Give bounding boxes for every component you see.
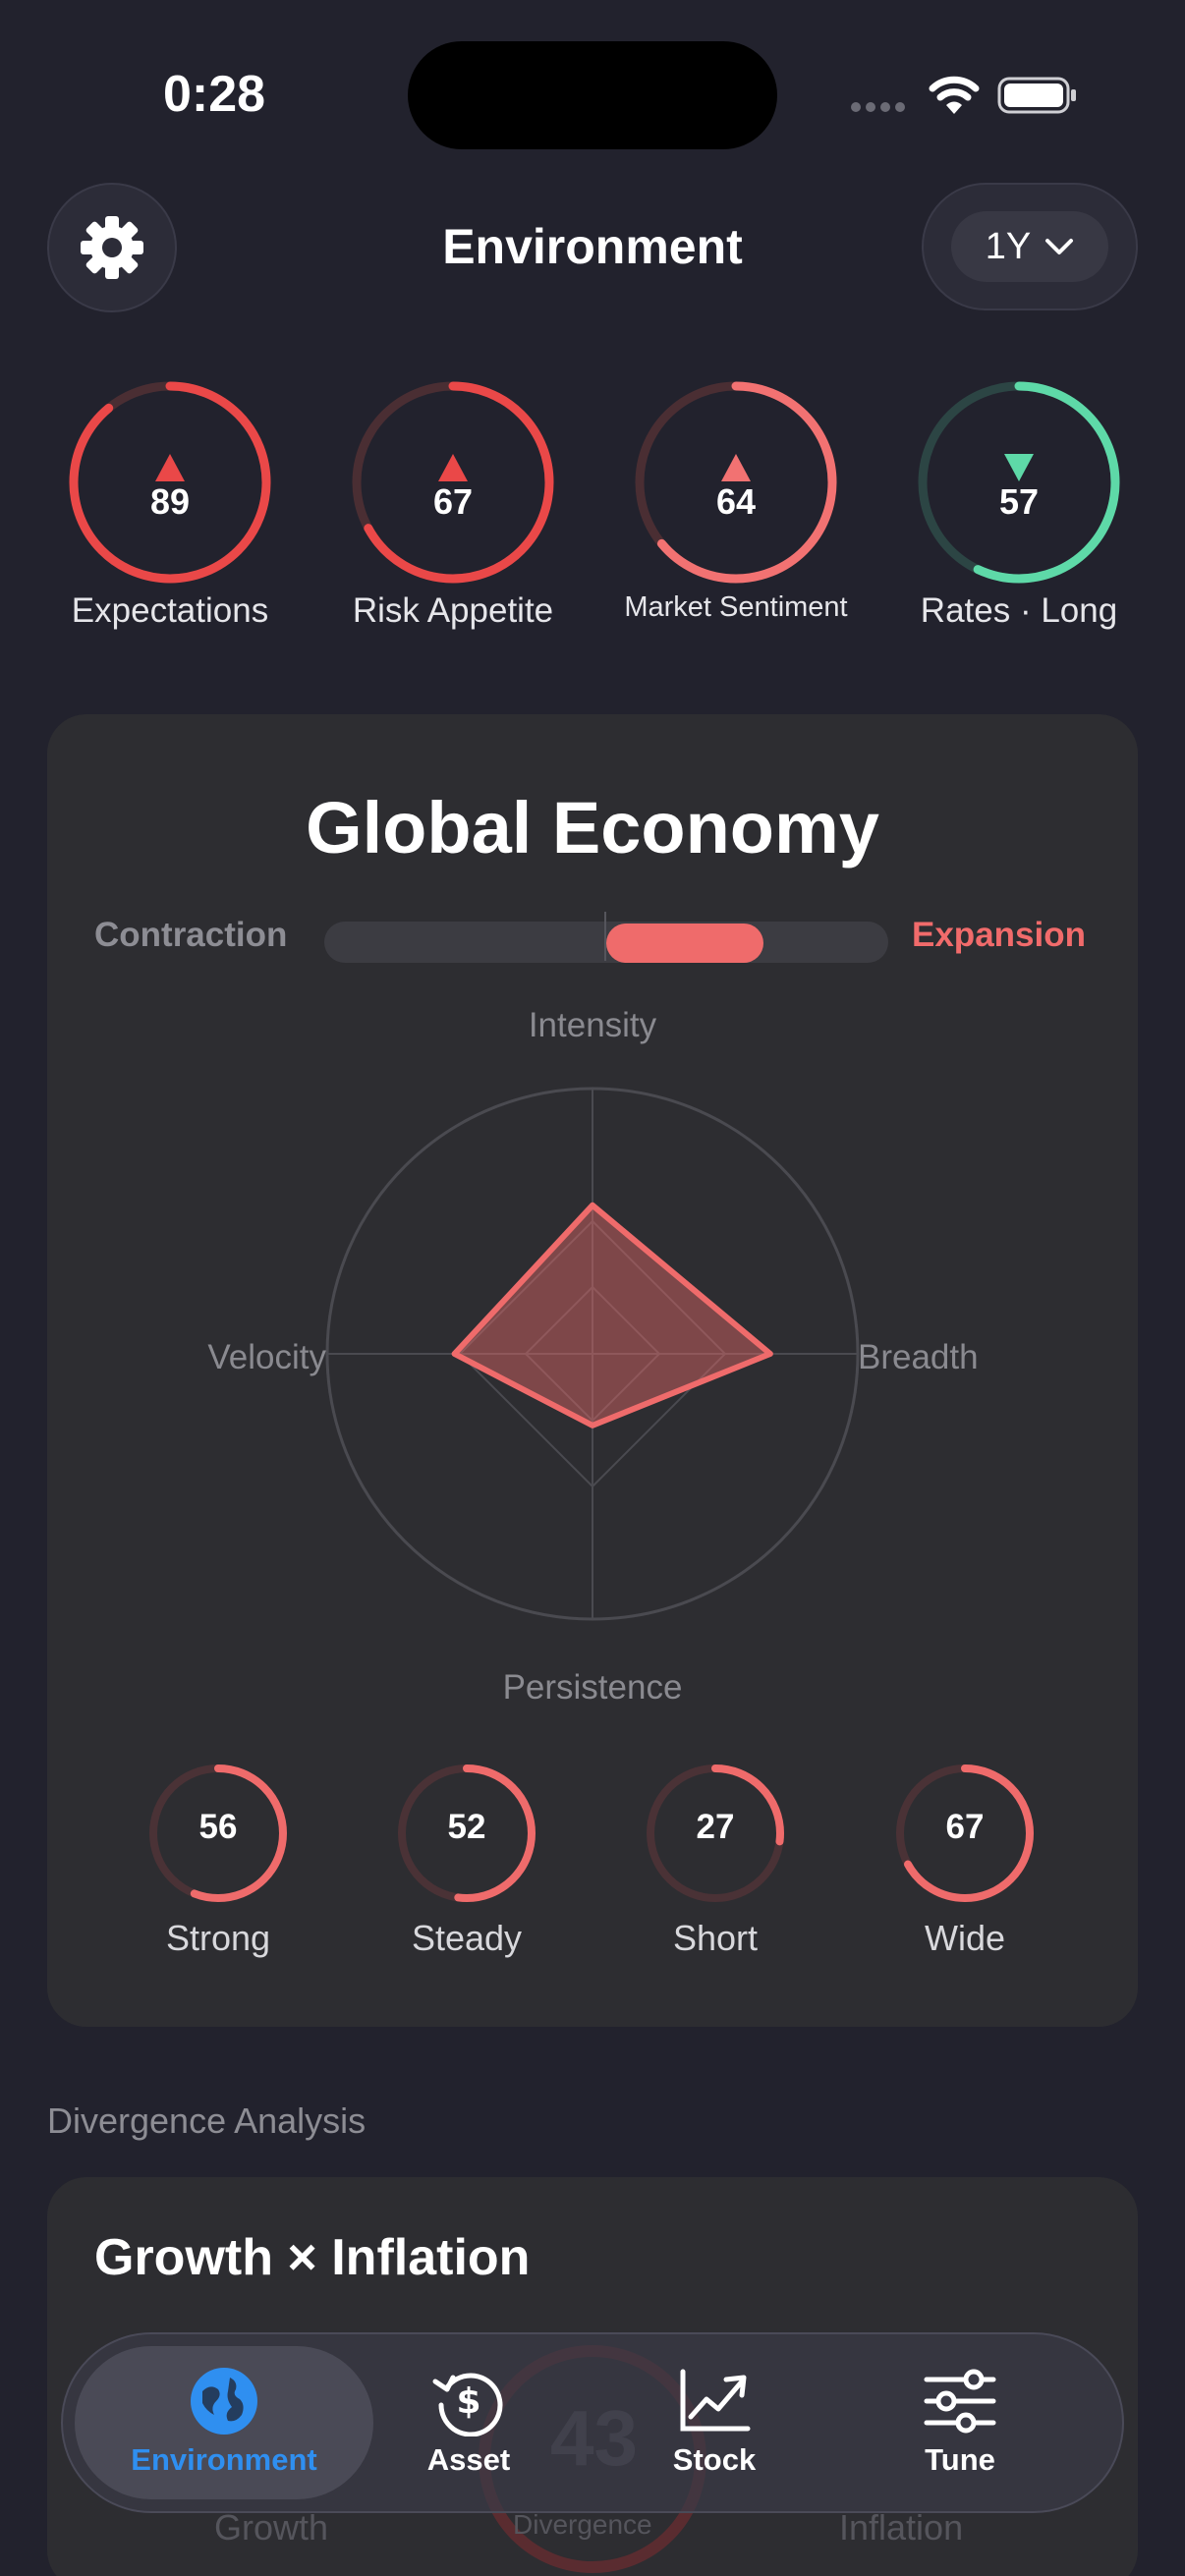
chevron-down-icon — [1045, 239, 1074, 254]
expansion-label: Expansion — [912, 916, 1086, 954]
status-time: 0:28 — [163, 66, 266, 123]
radar-axis-intensity: Intensity — [528, 1006, 657, 1044]
metric-value: 27 — [696, 1808, 735, 1846]
gauge-rates-long[interactable]: 57 Rates · Long — [906, 379, 1132, 631]
metric-label: Strong — [165, 1918, 271, 1958]
tab-label: Asset — [426, 2442, 511, 2477]
tab-asset[interactable]: $ Asset — [346, 2366, 592, 2478]
radar-series — [451, 1202, 773, 1428]
metric-label: Wide — [924, 1918, 1006, 1958]
metric-label: Steady — [411, 1918, 523, 1958]
battery-icon — [997, 77, 1076, 114]
cycle-indicator — [606, 924, 763, 963]
dollar-refresh-icon: $ — [432, 2373, 503, 2436]
tab-stock[interactable]: Stock — [592, 2366, 837, 2478]
radar-axis-persistence: Persistence — [502, 1668, 683, 1707]
metric-wide[interactable]: 67 Wide — [876, 1763, 1053, 1959]
tab-environment[interactable]: Environment — [101, 2366, 347, 2478]
gauge-market-sentiment[interactable]: 64 Market Sentiment — [623, 379, 849, 624]
radar-axis-breadth: Breadth — [858, 1338, 979, 1376]
gauge-label: Expectations — [71, 591, 269, 630]
tab-label: Environment — [131, 2442, 317, 2477]
metric-strong[interactable]: 56 Strong — [130, 1763, 307, 1959]
gauge-value: 67 — [432, 481, 474, 522]
globe-icon — [191, 2368, 257, 2435]
svg-text:$: $ — [456, 2381, 480, 2422]
gauge-value: 89 — [149, 481, 191, 522]
period-value: 1Y — [985, 225, 1032, 267]
section-label: Divergence Analysis — [47, 2100, 367, 2141]
gauge-label: Rates · Long — [920, 591, 1118, 630]
divergence-label: Divergence — [513, 2509, 652, 2540]
radar-chart — [325, 1087, 860, 1621]
period-selector[interactable]: 1Y — [951, 211, 1108, 282]
gauge-expectations[interactable]: 89 Expectations — [57, 379, 283, 631]
dynamic-island — [408, 41, 777, 149]
metric-value: 52 — [447, 1808, 486, 1846]
gauge-risk-appetite[interactable]: 67 Risk Appetite — [340, 379, 566, 631]
tab-label: Tune — [925, 2442, 995, 2477]
sliders-icon — [924, 2369, 996, 2434]
inflation-label: Inflation — [839, 2507, 964, 2548]
metric-value: 67 — [945, 1808, 985, 1846]
gauge-value: 64 — [715, 481, 757, 522]
gauge-label: Risk Appetite — [352, 591, 554, 630]
wifi-icon — [929, 76, 980, 114]
growth-label: Growth — [214, 2507, 329, 2548]
cellular-signal-icon — [851, 102, 905, 112]
metric-value: 56 — [198, 1808, 238, 1846]
metric-label: Short — [672, 1918, 759, 1958]
gauge-value: 57 — [998, 481, 1040, 522]
contraction-label: Contraction — [94, 916, 288, 954]
divergence-title: Growth × Inflation — [94, 2229, 531, 2286]
tab-label: Stock — [672, 2442, 757, 2477]
metric-short[interactable]: 27 Short — [627, 1763, 804, 1959]
radar-axis-velocity: Velocity — [207, 1338, 326, 1376]
metric-steady[interactable]: 52 Steady — [378, 1763, 555, 1959]
gauge-label: Market Sentiment — [624, 591, 848, 623]
cycle-track-midline — [604, 912, 606, 961]
card-title: Global Economy — [306, 787, 879, 868]
tab-tune[interactable]: Tune — [837, 2366, 1083, 2478]
chart-line-icon — [680, 2369, 751, 2432]
